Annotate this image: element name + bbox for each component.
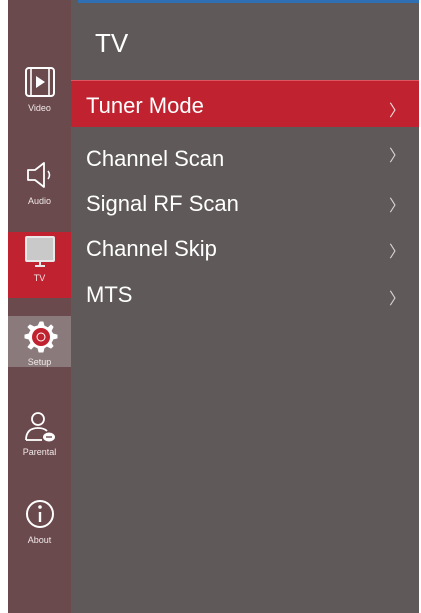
sidebar-item-label: Parental — [22, 447, 57, 457]
category-sidebar: Video Audio TV Setup Parental About — [8, 0, 71, 613]
menu-item-label: Tuner Mode — [86, 93, 204, 118]
menu-item-label: Channel Scan — [86, 146, 225, 171]
menu-item-label: Signal RF Scan — [86, 191, 239, 216]
chevron-right-icon: 〉 — [388, 244, 405, 261]
tv-icon — [24, 236, 55, 267]
tv-settings-screen: Video Audio TV Setup Parental About TV T… — [8, 0, 419, 613]
chevron-right-icon: 〉 — [388, 198, 405, 215]
sidebar-item-parental[interactable]: Parental — [8, 406, 71, 474]
film-icon — [24, 67, 55, 97]
menu-item-tuner-mode[interactable]: Tuner Mode 〉 — [71, 80, 419, 127]
page-title: TV — [95, 28, 129, 58]
sidebar-item-label: Audio — [27, 196, 52, 206]
sidebar-item-label: TV — [33, 273, 46, 283]
sidebar-item-tv[interactable]: TV — [8, 232, 71, 298]
sidebar-item-label: Video — [28, 103, 51, 113]
tv-menu-panel: TV Tuner Mode 〉 Channel Scan 〉 Signal RF… — [71, 0, 419, 613]
sidebar-item-label: About — [27, 535, 52, 545]
chevron-right-icon: 〉 — [388, 291, 405, 308]
speaker-icon — [26, 162, 50, 188]
user-lock-icon — [24, 412, 55, 442]
menu-item-channel-scan[interactable]: Channel Scan 〉 — [71, 136, 419, 182]
sidebar-item-setup[interactable]: Setup — [8, 316, 71, 384]
chevron-right-icon: 〉 — [388, 148, 405, 165]
sidebar-item-label: Setup — [27, 357, 52, 367]
info-icon — [25, 500, 54, 528]
menu-item-signal-rf-scan[interactable]: Signal RF Scan 〉 — [71, 182, 419, 228]
menu-item-label: Channel Skip — [86, 236, 217, 261]
sidebar-item-audio[interactable]: Audio — [8, 155, 71, 223]
menu-item-channel-skip[interactable]: Channel Skip 〉 — [71, 226, 419, 272]
sidebar-item-video[interactable]: Video — [8, 62, 71, 130]
gear-icon — [24, 321, 57, 353]
menu-item-label: MTS — [86, 282, 133, 307]
menu-item-mts[interactable]: MTS 〉 — [71, 272, 419, 318]
chevron-right-icon: 〉 — [388, 103, 405, 120]
sidebar-item-about[interactable]: About — [8, 494, 71, 562]
setup-highlight: Setup — [8, 316, 71, 367]
